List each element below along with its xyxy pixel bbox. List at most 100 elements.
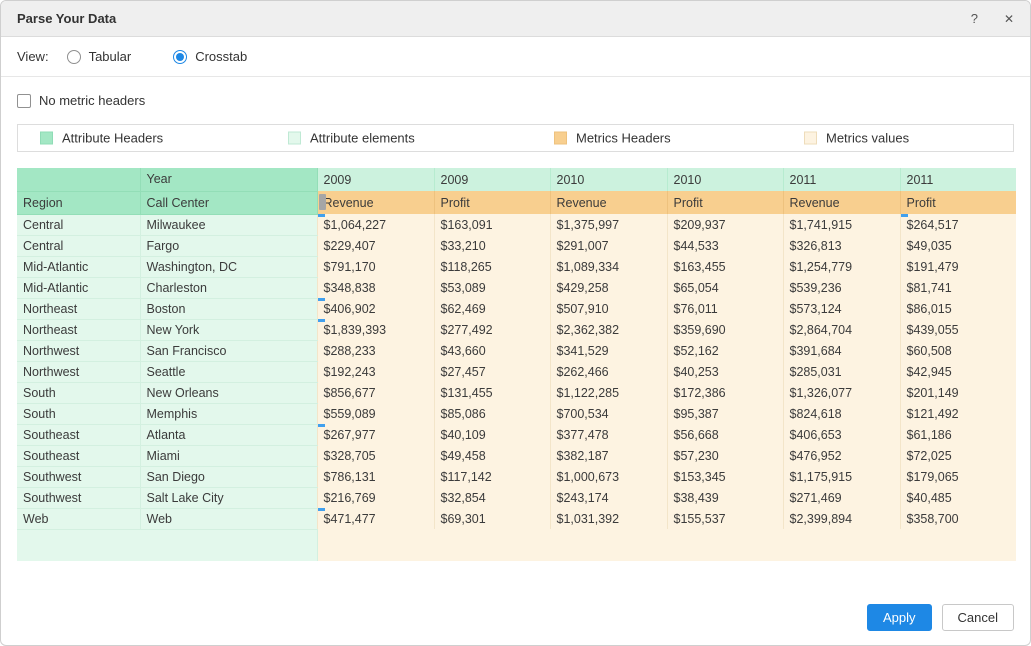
radio-tabular[interactable]: Tabular — [67, 49, 132, 64]
value-cell[interactable]: $65,054 — [667, 277, 783, 298]
region-cell[interactable]: Southwest — [17, 466, 140, 487]
call-center-cell[interactable]: New Orleans — [140, 382, 317, 403]
value-cell[interactable]: $57,230 — [667, 445, 783, 466]
value-cell[interactable]: $382,187 — [550, 445, 667, 466]
value-cell[interactable]: $573,124 — [783, 298, 900, 319]
region-cell[interactable]: Southeast — [17, 445, 140, 466]
value-cell[interactable]: $44,533 — [667, 235, 783, 256]
value-cell[interactable]: $155,537 — [667, 508, 783, 529]
value-cell[interactable]: $1,122,285 — [550, 382, 667, 403]
value-cell[interactable]: $1,031,392 — [550, 508, 667, 529]
close-icon[interactable]: ✕ — [1004, 13, 1014, 25]
value-cell[interactable]: $359,690 — [667, 319, 783, 340]
value-cell[interactable]: $476,952 — [783, 445, 900, 466]
value-cell[interactable]: $33,210 — [434, 235, 550, 256]
value-cell[interactable]: $49,458 — [434, 445, 550, 466]
call-center-cell[interactable]: Fargo — [140, 235, 317, 256]
no-metric-headers-checkbox[interactable] — [17, 94, 31, 108]
value-cell[interactable]: $85,086 — [434, 403, 550, 424]
value-cell[interactable]: $391,684 — [783, 340, 900, 361]
value-cell[interactable]: $40,485 — [900, 487, 1016, 508]
drag-handle-icon[interactable] — [319, 194, 326, 210]
region-cell[interactable]: Southeast — [17, 424, 140, 445]
value-cell[interactable]: $163,091 — [434, 214, 550, 235]
call-center-cell[interactable]: Miami — [140, 445, 317, 466]
value-cell[interactable]: $118,265 — [434, 256, 550, 277]
region-cell[interactable]: Mid-Atlantic — [17, 256, 140, 277]
value-cell[interactable]: $43,660 — [434, 340, 550, 361]
region-cell[interactable]: Web — [17, 508, 140, 529]
value-cell[interactable]: $38,439 — [667, 487, 783, 508]
value-cell[interactable]: $277,492 — [434, 319, 550, 340]
value-cell[interactable]: $1,000,673 — [550, 466, 667, 487]
call-center-cell[interactable]: Seattle — [140, 361, 317, 382]
region-cell[interactable]: Central — [17, 235, 140, 256]
region-cell[interactable]: Northwest — [17, 340, 140, 361]
value-cell[interactable]: $42,945 — [900, 361, 1016, 382]
value-cell[interactable]: $179,065 — [900, 466, 1016, 487]
value-cell[interactable]: $377,478 — [550, 424, 667, 445]
value-cell[interactable]: $348,838 — [317, 277, 434, 298]
value-cell[interactable]: $429,258 — [550, 277, 667, 298]
value-cell[interactable]: $700,534 — [550, 403, 667, 424]
metric-header-cell[interactable]: Revenue — [550, 191, 667, 214]
year-header-cell[interactable]: 2009 — [317, 168, 434, 191]
value-cell[interactable]: $131,455 — [434, 382, 550, 403]
call-center-cell[interactable]: Washington, DC — [140, 256, 317, 277]
value-cell[interactable]: $264,517 — [900, 214, 1016, 235]
region-cell[interactable]: Mid-Atlantic — [17, 277, 140, 298]
call-center-cell[interactable]: San Francisco — [140, 340, 317, 361]
region-cell[interactable]: Northeast — [17, 319, 140, 340]
value-cell[interactable]: $271,469 — [783, 487, 900, 508]
value-cell[interactable]: $163,455 — [667, 256, 783, 277]
value-cell[interactable]: $76,011 — [667, 298, 783, 319]
value-cell[interactable]: $439,055 — [900, 319, 1016, 340]
value-cell[interactable]: $56,668 — [667, 424, 783, 445]
value-cell[interactable]: $40,253 — [667, 361, 783, 382]
call-center-cell[interactable]: Web — [140, 508, 317, 529]
value-cell[interactable]: $153,345 — [667, 466, 783, 487]
value-cell[interactable]: $406,902 — [317, 298, 434, 319]
value-cell[interactable]: $326,813 — [783, 235, 900, 256]
value-cell[interactable]: $539,236 — [783, 277, 900, 298]
value-cell[interactable]: $192,243 — [317, 361, 434, 382]
value-cell[interactable]: $121,492 — [900, 403, 1016, 424]
value-cell[interactable]: $1,741,915 — [783, 214, 900, 235]
region-label-cell[interactable]: Region — [17, 191, 140, 214]
value-cell[interactable]: $786,131 — [317, 466, 434, 487]
value-cell[interactable]: $62,469 — [434, 298, 550, 319]
value-cell[interactable]: $1,064,227 — [317, 214, 434, 235]
value-cell[interactable]: $507,910 — [550, 298, 667, 319]
value-cell[interactable]: $229,407 — [317, 235, 434, 256]
year-header-cell[interactable]: 2009 — [434, 168, 550, 191]
value-cell[interactable]: $27,457 — [434, 361, 550, 382]
value-cell[interactable]: $86,015 — [900, 298, 1016, 319]
call-center-cell[interactable]: Boston — [140, 298, 317, 319]
value-cell[interactable]: $61,186 — [900, 424, 1016, 445]
call-center-cell[interactable]: Atlanta — [140, 424, 317, 445]
value-cell[interactable]: $49,035 — [900, 235, 1016, 256]
metric-header-cell[interactable]: Profit — [434, 191, 550, 214]
value-cell[interactable]: $1,326,077 — [783, 382, 900, 403]
value-cell[interactable]: $172,386 — [667, 382, 783, 403]
value-cell[interactable]: $791,170 — [317, 256, 434, 277]
value-cell[interactable]: $856,677 — [317, 382, 434, 403]
value-cell[interactable]: $1,089,334 — [550, 256, 667, 277]
region-cell[interactable]: Southwest — [17, 487, 140, 508]
year-label-cell[interactable]: Year — [140, 168, 317, 191]
region-cell[interactable]: South — [17, 403, 140, 424]
year-header-cell[interactable]: 2011 — [900, 168, 1016, 191]
corner-blank-cell[interactable] — [17, 168, 140, 191]
value-cell[interactable]: $267,977 — [317, 424, 434, 445]
year-header-cell[interactable]: 2011 — [783, 168, 900, 191]
value-cell[interactable]: $471,477 — [317, 508, 434, 529]
region-cell[interactable]: South — [17, 382, 140, 403]
call-center-label-cell[interactable]: Call Center — [140, 191, 317, 214]
value-cell[interactable]: $72,025 — [900, 445, 1016, 466]
value-cell[interactable]: $117,142 — [434, 466, 550, 487]
value-cell[interactable]: $406,653 — [783, 424, 900, 445]
call-center-cell[interactable]: Milwaukee — [140, 214, 317, 235]
value-cell[interactable]: $52,162 — [667, 340, 783, 361]
region-cell[interactable]: Northeast — [17, 298, 140, 319]
value-cell[interactable]: $2,399,894 — [783, 508, 900, 529]
